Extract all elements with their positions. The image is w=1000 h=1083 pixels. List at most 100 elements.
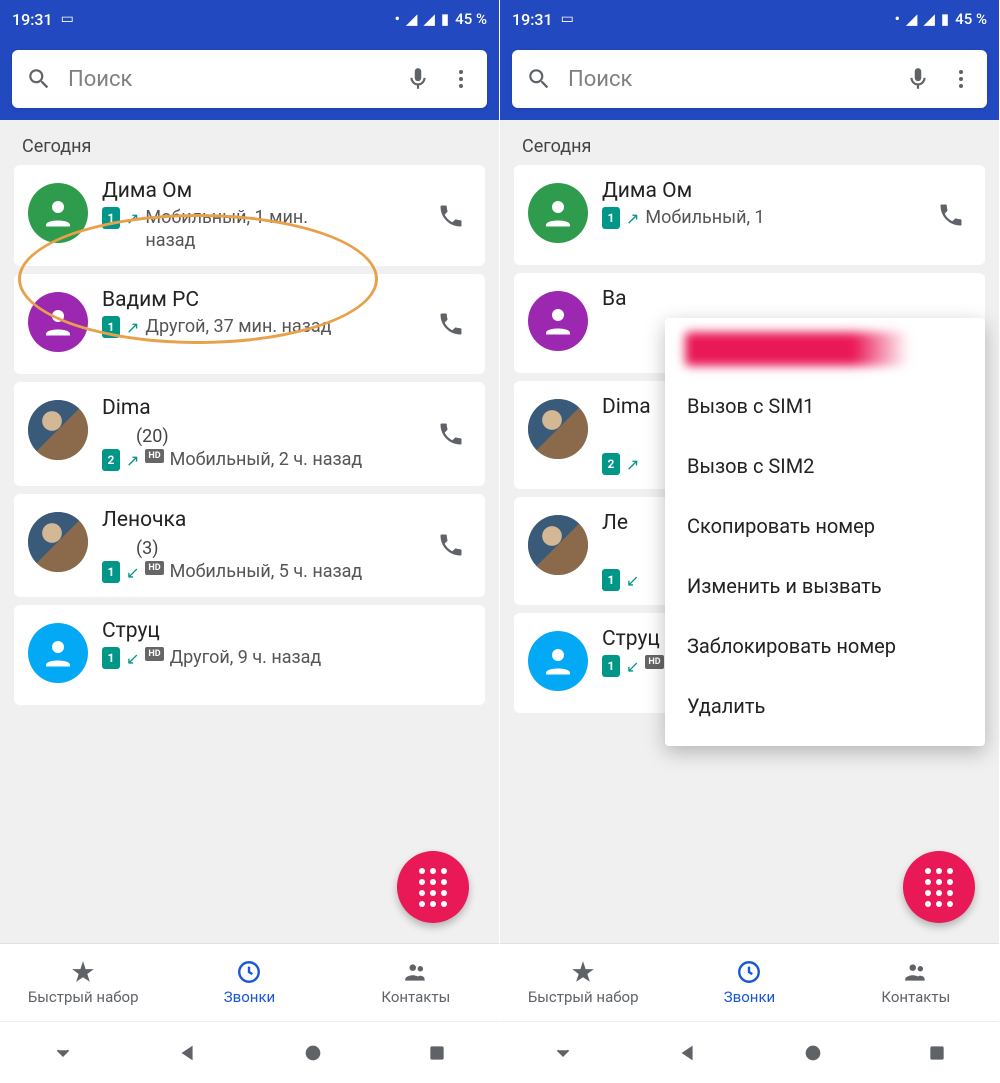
ctx-block-number[interactable]: Заблокировать номер [665,616,985,676]
status-time: 19:31 [512,10,553,29]
mic-icon[interactable] [405,66,431,92]
battery-icon: ▮ [441,10,449,28]
outgoing-arrow-icon: ↗ [126,209,139,228]
nav-label: Контакты [881,988,950,1006]
ctx-copy-number[interactable]: Скопировать номер [665,496,985,556]
search-bar-area: Поиск [0,38,499,120]
nav-label: Быстрый набор [528,988,639,1006]
battery-icon: ▮ [941,10,949,28]
nav-label: Звонки [724,988,775,1006]
nav-calls[interactable]: Звонки [166,944,332,1021]
dialpad-fab[interactable] [397,851,469,923]
status-icons: • ◢ ◢ ▮ 45 % [895,10,987,28]
call-item[interactable]: Струц 1↙HDДругой, 9 ч. назад [14,605,485,705]
hd-badge: HD [145,647,163,661]
sim-badge: 2 [102,449,120,471]
sim-badge: 1 [602,207,620,229]
search-bar[interactable]: Поиск [512,50,987,108]
call-item[interactable]: Дима Ом 1↗Мобильный, 1 мин. назад [14,165,485,266]
call-name: Дима Ом [102,179,431,203]
chevron-down-icon[interactable] [552,1042,574,1064]
dialpad-fab[interactable] [903,851,975,923]
search-input[interactable]: Поиск [568,67,905,92]
home-icon[interactable] [802,1042,824,1064]
avatar[interactable] [28,183,88,243]
status-bar: 19:31 ▭ • ◢ ◢ ▮ 45 % [500,0,999,38]
section-today-label: Сегодня [500,120,999,165]
nav-speed-dial[interactable]: Быстрый набор [0,944,166,1021]
outgoing-arrow-icon: ↗ [626,209,639,228]
signal-icon: ◢ [906,10,918,28]
more-vert-icon[interactable] [449,67,473,91]
mic-icon[interactable] [905,66,931,92]
avatar[interactable] [528,399,588,459]
call-item[interactable]: Dima (20) 2↗HDМобильный, 2 ч. назад [14,382,485,486]
ctx-call-sim1[interactable]: Вызов с SIM1 [665,376,985,436]
search-bar[interactable]: Поиск [12,50,487,108]
outgoing-arrow-icon: ↗ [126,451,139,470]
context-menu: Вызов с SIM1 Вызов с SIM2 Скопировать но… [665,318,985,746]
sim-badge: 1 [102,316,120,338]
recents-icon[interactable] [427,1043,447,1063]
calls-list[interactable]: Дима Ом 1↗Мобильный, 1 мин. назад Вадим … [0,165,499,943]
nav-contacts[interactable]: Контакты [833,944,999,1021]
search-input[interactable]: Поиск [68,67,405,92]
nav-contacts[interactable]: Контакты [333,944,499,1021]
call-meta: Мобильный, 2 ч. назад [170,449,363,472]
hd-badge: HD [145,449,163,463]
call-count: (20) [136,426,431,447]
sim-badge: 1 [602,569,620,591]
screenshot-indicator-icon: ▭ [61,11,74,27]
avatar[interactable] [28,623,88,683]
signal-icon: ◢ [923,10,935,28]
call-item[interactable]: Леночка (3) 1↙HDМобильный, 5 ч. назад [14,494,485,598]
ctx-call-sim2[interactable]: Вызов с SIM2 [665,436,985,496]
recents-icon[interactable] [927,1043,947,1063]
nav-speed-dial[interactable]: Быстрый набор [500,944,666,1021]
avatar[interactable] [28,292,88,352]
call-button[interactable] [431,531,471,559]
back-icon[interactable] [177,1042,199,1064]
status-time: 19:31 [12,10,53,29]
call-meta: Другой, 37 мин. назад [145,316,331,339]
call-count: (3) [136,538,431,559]
avatar[interactable] [528,631,588,691]
bottom-nav: Быстрый набор Звонки Контакты [0,943,499,1021]
call-button[interactable] [431,202,471,230]
incoming-arrow-icon: ↙ [626,571,639,590]
back-icon[interactable] [677,1042,699,1064]
incoming-arrow-icon: ↙ [126,649,139,668]
dot-icon: • [895,10,900,28]
chevron-down-icon[interactable] [52,1042,74,1064]
outgoing-arrow-icon: ↗ [626,455,639,474]
avatar[interactable] [28,512,88,572]
bottom-nav: Быстрый набор Звонки Контакты [500,943,999,1021]
home-icon[interactable] [302,1042,324,1064]
call-item[interactable]: Вадим PC 1↗Другой, 37 мин. назад [14,274,485,374]
avatar[interactable] [528,291,588,351]
ctx-delete[interactable]: Удалить [665,676,985,736]
avatar[interactable] [528,183,588,243]
ctx-edit-call[interactable]: Изменить и вызвать [665,556,985,616]
nav-label: Звонки [224,988,275,1006]
signal-icon: ◢ [423,10,435,28]
avatar[interactable] [28,400,88,460]
call-button[interactable] [431,310,471,338]
battery-level: 45 % [955,10,987,28]
status-icons: • ◢ ◢ ▮ 45 % [395,10,487,28]
call-item[interactable]: Дима Ом 1↗Мобильный, 1 [514,165,985,265]
context-menu-header-blurred [685,332,965,366]
dialpad-icon [419,868,447,907]
sim-badge: 2 [602,453,620,475]
search-icon [26,66,52,92]
screenshot-indicator-icon: ▭ [561,11,574,27]
avatar[interactable] [528,515,588,575]
system-nav [500,1021,999,1083]
call-button[interactable] [931,201,971,229]
nav-calls[interactable]: Звонки [666,944,832,1021]
more-vert-icon[interactable] [949,67,973,91]
phone-screen-left: 19:31 ▭ • ◢ ◢ ▮ 45 % Поиск Сегодня Дима … [0,0,500,1083]
call-name: Струц [102,619,471,643]
call-button[interactable] [431,420,471,448]
nav-label: Контакты [381,988,450,1006]
